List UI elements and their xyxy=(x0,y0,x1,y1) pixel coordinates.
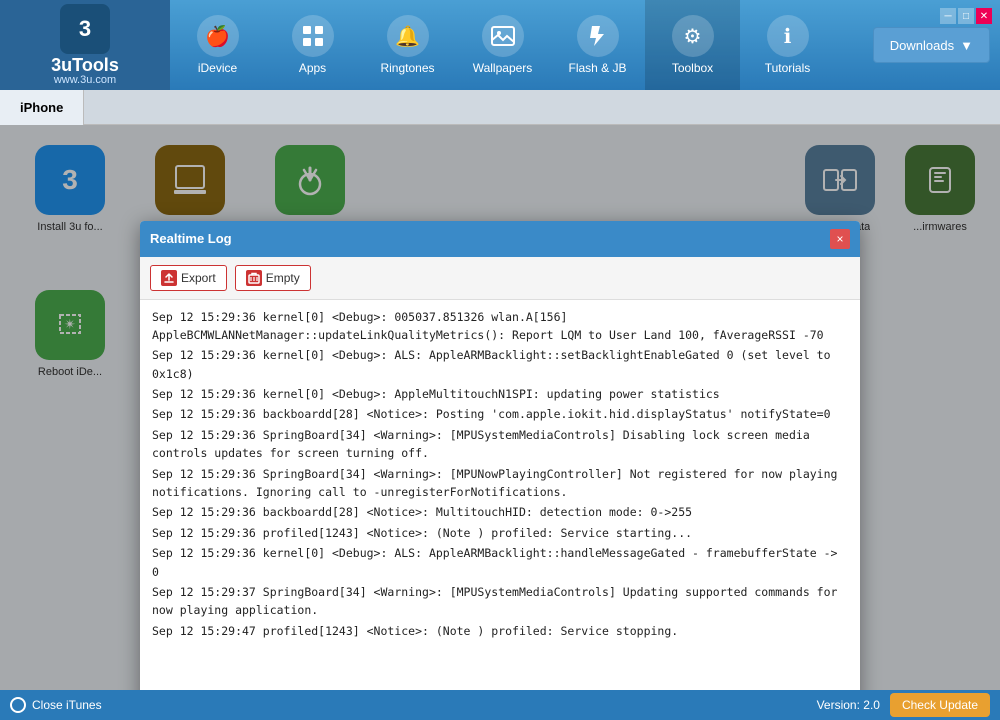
log-line: Sep 12 15:29:36 SpringBoard[34] <Warning… xyxy=(152,465,848,502)
downloads-arrow-icon: ▼ xyxy=(960,38,973,53)
close-window-button[interactable]: ✕ xyxy=(976,8,992,24)
maximize-button[interactable]: □ xyxy=(958,8,974,24)
log-line: Sep 12 15:29:36 SpringBoard[34] <Warning… xyxy=(152,426,848,463)
toolbox-icon: ⚙ xyxy=(672,15,714,57)
status-right: Version: 2.0 Check Update xyxy=(817,693,990,717)
app-name: 3uTools xyxy=(51,56,119,74)
log-line: Sep 12 15:29:36 backboardd[28] <Notice>:… xyxy=(152,405,848,423)
nav-item-flash-jb[interactable]: Flash & JB xyxy=(550,0,645,90)
status-bar: Close iTunes Version: 2.0 Check Update xyxy=(0,690,1000,720)
nav-item-toolbox[interactable]: ⚙ Toolbox xyxy=(645,0,740,90)
logo-icon: 3 xyxy=(60,4,110,54)
nav-item-wallpapers[interactable]: Wallpapers xyxy=(455,0,550,90)
empty-label: Empty xyxy=(266,271,300,285)
log-line: Sep 12 15:29:36 kernel[0] <Debug>: Apple… xyxy=(152,385,848,403)
logo-area: 3 3uTools www.3u.com xyxy=(0,0,170,90)
modal-title-bar: Realtime Log × xyxy=(140,221,860,257)
realtime-log-modal: Realtime Log × Export Empty xyxy=(140,221,860,691)
nav-items: 🍎 iDevice Apps 🔔 Ringtones Wallpapers Fl… xyxy=(170,0,873,90)
secondary-nav: iPhone xyxy=(0,90,1000,125)
log-line: Sep 12 15:29:36 kernel[0] <Debug>: ALS: … xyxy=(152,544,848,581)
flash-jb-icon xyxy=(577,15,619,57)
window-controls: ─ □ ✕ xyxy=(940,8,992,24)
nav-label-apps: Apps xyxy=(299,61,326,75)
empty-button[interactable]: Empty xyxy=(235,265,311,291)
nav-label-flash-jb: Flash & JB xyxy=(568,61,626,75)
tutorials-icon: ℹ xyxy=(767,15,809,57)
check-update-button[interactable]: Check Update xyxy=(890,693,990,717)
iphone-tab[interactable]: iPhone xyxy=(0,90,84,125)
nav-label-ringtones: Ringtones xyxy=(380,61,434,75)
minimize-button[interactable]: ─ xyxy=(940,8,956,24)
wallpapers-icon xyxy=(482,15,524,57)
version-label: Version: 2.0 xyxy=(817,698,880,712)
empty-icon xyxy=(246,270,262,286)
nav-item-ringtones[interactable]: 🔔 Ringtones xyxy=(360,0,455,90)
export-button[interactable]: Export xyxy=(150,265,227,291)
nav-item-idevice[interactable]: 🍎 iDevice xyxy=(170,0,265,90)
export-label: Export xyxy=(181,271,216,285)
nav-label-tutorials: Tutorials xyxy=(765,61,811,75)
idevice-icon: 🍎 xyxy=(197,15,239,57)
modal-toolbar: Export Empty xyxy=(140,257,860,300)
nav-item-tutorials[interactable]: ℹ Tutorials xyxy=(740,0,835,90)
log-area[interactable]: Sep 12 15:29:36 kernel[0] <Debug>: 00503… xyxy=(140,300,860,691)
downloads-button[interactable]: Downloads ▼ xyxy=(873,27,990,63)
modal-title: Realtime Log xyxy=(150,231,232,246)
log-line: Sep 12 15:29:37 SpringBoard[34] <Warning… xyxy=(152,583,848,620)
log-line: Sep 12 15:29:36 kernel[0] <Debug>: 00503… xyxy=(152,308,848,345)
main-content: 3 Install 3u fo... Compress P... Reboot … xyxy=(0,125,1000,690)
nav-label-wallpapers: Wallpapers xyxy=(473,61,533,75)
nav-label-toolbox: Toolbox xyxy=(672,61,713,75)
log-line: Sep 12 15:29:36 backboardd[28] <Notice>:… xyxy=(152,503,848,521)
top-nav-bar: 3 3uTools www.3u.com 🍎 iDevice Apps 🔔 Ri… xyxy=(0,0,1000,90)
status-left: Close iTunes xyxy=(10,697,102,713)
status-indicator-icon xyxy=(10,697,26,713)
app-url: www.3u.com xyxy=(54,74,116,86)
modal-overlay: Realtime Log × Export Empty xyxy=(0,125,1000,690)
nav-label-idevice: iDevice xyxy=(198,61,237,75)
log-line: Sep 12 15:29:47 profiled[1243] <Notice>:… xyxy=(152,622,848,640)
apps-icon xyxy=(292,15,334,57)
modal-close-button[interactable]: × xyxy=(830,229,850,249)
export-icon xyxy=(161,270,177,286)
close-itunes-label: Close iTunes xyxy=(32,698,102,712)
downloads-label: Downloads xyxy=(890,38,954,53)
nav-item-apps[interactable]: Apps xyxy=(265,0,360,90)
log-line: Sep 12 15:29:36 profiled[1243] <Notice>:… xyxy=(152,524,848,542)
ringtones-icon: 🔔 xyxy=(387,15,429,57)
log-line: Sep 12 15:29:36 kernel[0] <Debug>: ALS: … xyxy=(152,346,848,383)
